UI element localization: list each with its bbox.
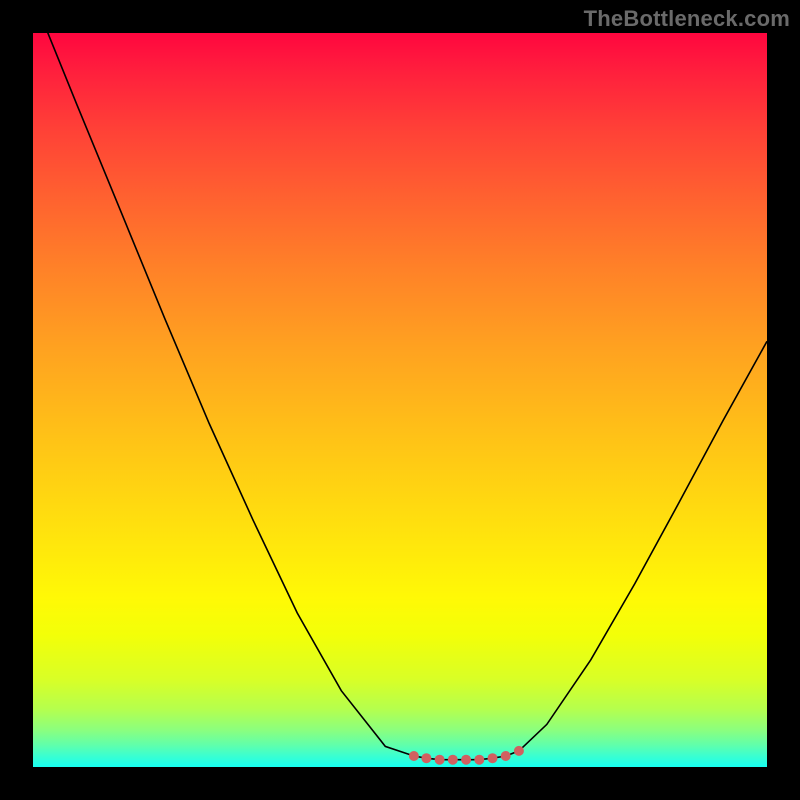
bottom-marker: [488, 753, 498, 763]
bottom-markers: [409, 746, 524, 765]
bottom-marker: [409, 751, 419, 761]
chart-svg: [33, 33, 767, 767]
bottom-marker: [461, 755, 471, 765]
watermark-label: TheBottleneck.com: [584, 6, 790, 32]
bottom-marker: [474, 755, 484, 765]
bottom-marker: [448, 755, 458, 765]
bottom-marker: [435, 755, 445, 765]
bottom-marker: [421, 753, 431, 763]
bottom-marker: [501, 751, 511, 761]
chart-frame: TheBottleneck.com: [0, 0, 800, 800]
bottleneck-curve: [33, 0, 767, 760]
bottom-marker: [514, 746, 524, 756]
